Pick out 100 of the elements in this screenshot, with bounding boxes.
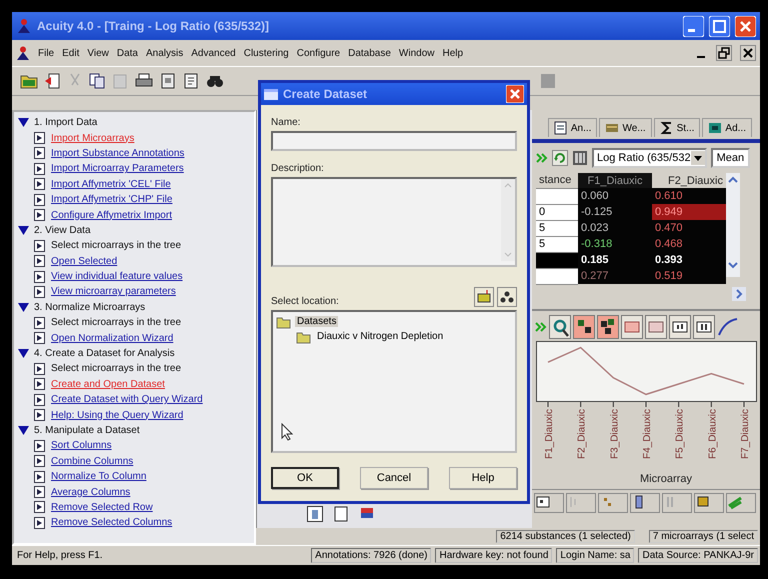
view-button[interactable] (534, 492, 564, 512)
task-link[interactable]: View individual feature values (51, 271, 183, 282)
tree-item[interactable]: Diauxic v Nitrogen Depletion (315, 331, 446, 342)
vertical-scrollbar[interactable] (501, 179, 515, 261)
collapse-triangle-icon[interactable] (18, 117, 29, 128)
vertical-scrollbar[interactable] (726, 173, 740, 277)
task-link[interactable]: Remove Selected Columns (51, 517, 172, 528)
table-cell: 0 (536, 204, 578, 220)
description-field[interactable] (271, 177, 517, 267)
task-link[interactable]: Sort Columns (51, 440, 112, 452)
task-link[interactable]: Average Columns (51, 486, 130, 498)
document-icon[interactable] (183, 73, 199, 89)
scroll-right-icon[interactable] (732, 286, 746, 300)
task-link[interactable]: Create and Open Dataset (51, 378, 165, 390)
task-link[interactable]: Import Affymetrix 'CHP' File (51, 194, 172, 206)
task-link[interactable]: Open Selected (51, 256, 118, 267)
task-icon (34, 162, 45, 175)
collapse-triangle-icon[interactable] (18, 224, 29, 236)
menu-item[interactable]: File (38, 48, 54, 58)
task-link[interactable]: Configure Affymetrix Import (51, 210, 172, 221)
restore-button[interactable] (716, 45, 732, 61)
view-tab[interactable]: Ad... (702, 118, 752, 137)
view-tab[interactable]: We... (599, 118, 652, 137)
view-button[interactable] (630, 492, 660, 512)
task-link[interactable]: View microarray parameters (51, 286, 176, 298)
dialog-button[interactable]: Cancel (360, 467, 428, 489)
field-label: Description: (271, 163, 325, 174)
view-tab[interactable]: An... (548, 118, 598, 137)
heatmap-tool-icon[interactable] (621, 314, 643, 338)
columns-icon[interactable] (572, 150, 588, 166)
profile-tool-icon[interactable] (645, 314, 667, 338)
menu-item[interactable]: Configure (296, 48, 340, 58)
binoculars-icon[interactable] (206, 73, 224, 89)
view-tab[interactable]: St... (654, 118, 700, 137)
cell-value: -0.318 (581, 238, 612, 250)
dialog-button[interactable]: OK (271, 467, 339, 489)
task-link[interactable]: Import Microarrays (51, 132, 134, 144)
task-icon (34, 270, 45, 283)
import-icon[interactable] (45, 73, 61, 89)
menu-item[interactable]: Edit (62, 48, 80, 58)
task-icon (34, 486, 45, 498)
zoom-tool-icon[interactable] (549, 314, 571, 338)
collapse-triangle-icon[interactable] (18, 425, 29, 436)
status-text: Hardware key: not found (435, 548, 552, 563)
close-icon[interactable] (506, 85, 524, 103)
location-tree[interactable]: Datasets Diauxic v Nitrogen Depletion (271, 310, 517, 453)
count-label: 6214 substances (1 selected) (496, 530, 635, 543)
document-icon[interactable] (160, 73, 176, 89)
task-link[interactable]: Combine Columns (51, 456, 134, 467)
range-tool-icon[interactable] (693, 314, 715, 338)
task-link[interactable]: Import Substance Annotations (51, 148, 184, 159)
menu-item[interactable]: Help (442, 48, 464, 58)
task-link[interactable]: Import Affymetrix 'CEL' File (51, 178, 171, 190)
axis-label: F3_Diauxic (609, 408, 620, 459)
cell-value: 0.393 (655, 254, 683, 266)
open-folder-icon[interactable] (20, 73, 38, 89)
menu-item[interactable]: Clustering (244, 48, 289, 58)
copy-icon[interactable] (89, 73, 105, 89)
column-header[interactable]: F2_Diauxic (652, 173, 726, 188)
view-button[interactable] (694, 492, 724, 512)
new-folder-button[interactable] (474, 287, 494, 307)
menu-item[interactable]: Database (348, 48, 391, 58)
menu-item[interactable]: Analysis (146, 48, 184, 58)
menu-item[interactable]: View (87, 48, 109, 58)
column-header[interactable]: stance (536, 173, 578, 188)
task-link[interactable]: Help: Using the Query Wizard (51, 410, 184, 421)
section-heading: 2. View Data (34, 224, 91, 236)
menu-item[interactable]: Window (398, 48, 434, 58)
cell-value: 0.610 (655, 190, 683, 202)
menu-item[interactable]: Advanced (191, 48, 236, 58)
close-button[interactable] (740, 45, 756, 61)
axis-label: F7_Diauxic (740, 408, 751, 459)
tree-item[interactable]: Datasets (295, 316, 338, 327)
task-link[interactable]: Import Microarray Parameters (51, 163, 184, 174)
task-link[interactable]: Open Normalization Wizard (51, 332, 174, 344)
axis-label: F4_Diauxic (642, 408, 653, 459)
document-icon[interactable] (333, 506, 349, 522)
refresh-icon[interactable] (552, 150, 568, 166)
name-field[interactable] (271, 131, 517, 151)
scatter-tool-icon[interactable] (573, 314, 595, 338)
task-link[interactable]: Remove Selected Row (51, 502, 153, 513)
column-header[interactable]: F1_Diauxic (578, 173, 652, 188)
bar-tool-icon[interactable] (669, 314, 691, 338)
cluster-tool-icon[interactable] (597, 314, 619, 338)
menu-item[interactable]: Data (116, 48, 138, 58)
axis-label: F6_Diauxic (707, 408, 718, 459)
task-icon (34, 286, 45, 298)
tab-icon (554, 121, 568, 135)
task-link[interactable]: Normalize To Column (51, 471, 146, 482)
node-tool-button[interactable] (497, 287, 517, 307)
task-link[interactable]: Create Dataset with Query Wizard (51, 394, 203, 406)
collapse-triangle-icon[interactable] (18, 302, 29, 313)
print-icon[interactable] (135, 73, 153, 89)
collapse-triangle-icon[interactable] (18, 348, 29, 360)
statistic-field[interactable]: Mean (710, 148, 750, 168)
chart-icon[interactable] (307, 506, 323, 522)
dialog-button[interactable]: Help (449, 467, 517, 489)
window-title: Acuity 4.0 - [Traing - Log Ratio (635/532)] (37, 19, 270, 33)
measure-dropdown[interactable]: Log Ratio (635/532 (592, 148, 707, 168)
maximize-button[interactable] (709, 16, 730, 36)
